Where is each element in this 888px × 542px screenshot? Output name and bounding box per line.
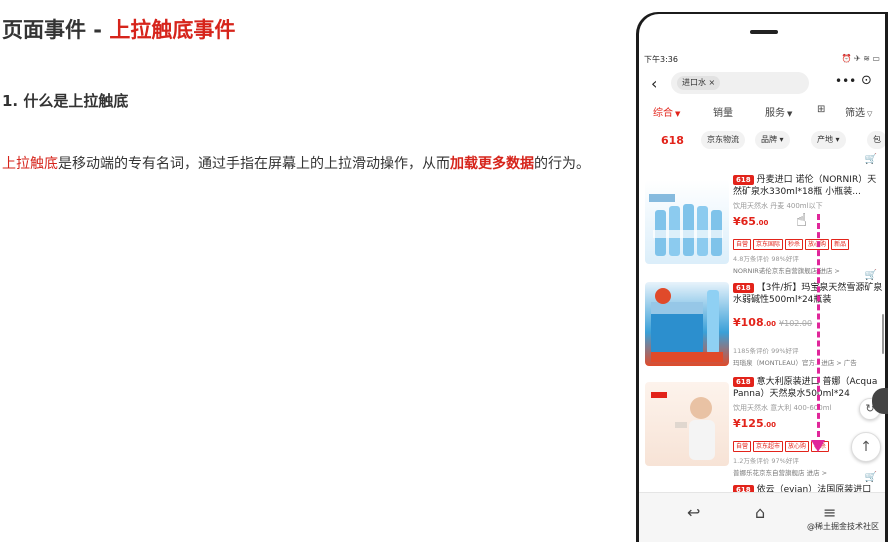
status-time: 下午3:36 bbox=[644, 55, 678, 64]
filter-origin[interactable]: 产地 ▾ bbox=[811, 131, 846, 149]
water-bottles-image bbox=[649, 194, 723, 256]
search-input[interactable]: 进口水 × bbox=[671, 72, 809, 94]
tag: 新品 bbox=[831, 239, 850, 250]
tab-label: 筛选 bbox=[845, 108, 865, 119]
nav-menu-icon[interactable]: ≡ bbox=[823, 503, 836, 522]
price-value: ¥108 bbox=[733, 316, 764, 329]
tag-618: 618 bbox=[733, 175, 754, 185]
person-with-water-image bbox=[651, 392, 715, 460]
search-row: ‹ 进口水 × ••• ⊙ bbox=[639, 72, 885, 96]
product-price: ¥108.00 ¥102.00 bbox=[733, 316, 883, 329]
product-title[interactable]: 618 丹麦进口 诺伦（NORNIR）天然矿泉水330ml*18瓶 小瓶装... bbox=[733, 174, 883, 198]
paragraph: 上拉触底是移动端的专有名词，通过手指在屏幕上的上拉滑动操作，从而加载更多数据的行… bbox=[2, 153, 634, 173]
product-title-text: 【3件/折】玛宝泉天然雪源矿泉水弱碱性500ml*24瓶装 bbox=[733, 283, 883, 305]
product-attributes: 饮用天然水 丹麦 400ml以下 bbox=[733, 202, 823, 210]
product-info: 618 意大利原装进口 普娜（Acqua Panna）天然泉水500ml*24 饮… bbox=[733, 376, 883, 477]
product-info: 618 丹麦进口 诺伦（NORNIR）天然矿泉水330ml*18瓶 小瓶装... … bbox=[733, 174, 883, 275]
nav-back-icon[interactable]: ↩ bbox=[687, 503, 700, 522]
tag: 秒杀 bbox=[785, 239, 804, 250]
paragraph-text: 是移动端的专有名词，通过手指在屏幕上的上拉滑动操作，从而 bbox=[58, 156, 450, 172]
tag: 京东超市 bbox=[753, 441, 784, 452]
product-title[interactable]: 618 意大利原装进口 普娜（Acqua Panna）天然泉水500ml*24 bbox=[733, 376, 883, 400]
tag: 放心购 bbox=[785, 441, 810, 452]
search-chip[interactable]: 进口水 × bbox=[677, 76, 721, 90]
filter-more[interactable]: 包 bbox=[867, 131, 885, 149]
caret-icon: ▼ bbox=[787, 110, 793, 118]
nav-home-icon[interactable]: ⌂ bbox=[755, 503, 765, 522]
drag-arrow-icon bbox=[811, 440, 825, 452]
filter-jd-logistics[interactable]: 京东物流 bbox=[701, 131, 745, 149]
status-bar: 下午3:36 ⏰ ✈ ≋ ▭ bbox=[644, 54, 882, 66]
term-highlight: 上拉触底 bbox=[2, 156, 58, 172]
store-link[interactable]: 普娜乐花京东自营旗舰店 进店 > bbox=[733, 467, 883, 477]
phone-screen: 下午3:36 ⏰ ✈ ≋ ▭ ‹ 进口水 × ••• ⊙ 综合 ▼ 销量 服务 ▼ … bbox=[639, 14, 885, 542]
watermark: @稀土掘金技术社区 bbox=[807, 522, 879, 531]
product-info: 618 【3件/折】玛宝泉天然雪源矿泉水弱碱性500ml*24瓶装 ¥108.00… bbox=[733, 282, 883, 367]
filter-row: 618 京东物流 品牌 ▾ 产地 ▾ 包 bbox=[639, 130, 885, 152]
product-image bbox=[645, 382, 729, 466]
product-image bbox=[645, 282, 729, 366]
drag-gesture-line bbox=[817, 214, 820, 446]
tag: 自营 bbox=[733, 239, 752, 250]
section-heading: 1. 什么是上拉触底 bbox=[2, 92, 129, 110]
filter-icon: ▽ bbox=[867, 110, 873, 118]
tag-618: 618 bbox=[733, 283, 754, 293]
android-nav-bar: ↩ ⌂ ≡ @稀土掘金技术社区 bbox=[639, 492, 885, 542]
more-icon[interactable]: ••• bbox=[835, 74, 856, 88]
product-price: ¥125.00 bbox=[733, 417, 883, 430]
tab-comprehensive[interactable]: 综合 ▼ bbox=[653, 104, 680, 119]
store-link[interactable]: 玛瑙泉（MONTLEAU）官方.. 进店 > 广告 bbox=[733, 357, 883, 367]
product-title[interactable]: 618 【3件/折】玛宝泉天然雪源矿泉水弱碱性500ml*24瓶装 bbox=[733, 282, 883, 306]
scrollbar[interactable] bbox=[882, 314, 884, 354]
store-link[interactable]: NORNIR诺伦京东自营旗舰店 进店 > bbox=[733, 265, 883, 275]
product-title-text: 丹麦进口 诺伦（NORNIR）天然矿泉水330ml*18瓶 小瓶装... bbox=[733, 175, 877, 197]
status-icons: ⏰ ✈ ≋ ▭ bbox=[841, 54, 880, 63]
tab-filter[interactable]: 筛选 ▽ bbox=[845, 104, 872, 119]
scroll-top-button[interactable]: ↑ bbox=[851, 432, 881, 462]
cart-icon[interactable]: 🛒 bbox=[865, 154, 877, 165]
price-cents: .00 bbox=[763, 320, 777, 328]
tag-618: 618 bbox=[733, 377, 754, 387]
price-value: ¥125 bbox=[733, 417, 764, 430]
heading-prefix: 页面事件 - bbox=[2, 18, 110, 42]
heading-accent: 上拉触底事件 bbox=[109, 18, 236, 42]
back-icon[interactable]: ‹ bbox=[651, 74, 657, 93]
tag: 自营 bbox=[733, 441, 752, 452]
caret-icon: ▼ bbox=[675, 110, 681, 118]
tab-sales[interactable]: 销量 bbox=[713, 104, 733, 119]
strong-highlight: 加载更多数据 bbox=[450, 156, 534, 172]
price-value: ¥65 bbox=[733, 215, 756, 228]
target-icon[interactable]: ⊙ bbox=[861, 73, 872, 88]
review-count: 4.8万条评价 98%好评 bbox=[733, 255, 799, 263]
paragraph-text-end: 的行为。 bbox=[534, 156, 590, 172]
phone-notch bbox=[750, 30, 778, 34]
side-panel-tab[interactable] bbox=[872, 388, 888, 414]
price-cents: .00 bbox=[755, 219, 769, 227]
sort-tabs: 综合 ▼ 销量 服务 ▼ ⊞ 筛选 ▽ bbox=[639, 104, 885, 124]
tab-service[interactable]: 服务 ▼ bbox=[765, 104, 792, 119]
price-cents: .00 bbox=[763, 421, 777, 429]
product-title-text: 意大利原装进口 普娜（Acqua Panna）天然泉水500ml*24 bbox=[733, 377, 878, 399]
grid-view-icon[interactable]: ⊞ bbox=[817, 104, 825, 115]
cart-icon[interactable]: 🛒 bbox=[865, 270, 877, 281]
tab-label: 服务 bbox=[765, 108, 785, 119]
cart-icon[interactable]: 🛒 bbox=[865, 472, 877, 483]
product-price: ¥65.00 bbox=[733, 215, 883, 228]
tag: 京东国际 bbox=[753, 239, 784, 250]
badge-618[interactable]: 618 bbox=[661, 134, 684, 147]
review-count: 1185条评价 99%好评 bbox=[733, 347, 799, 355]
tab-label: 销量 bbox=[713, 108, 733, 119]
phone-frame: 下午3:36 ⏰ ✈ ≋ ▭ ‹ 进口水 × ••• ⊙ 综合 ▼ 销量 服务 ▼ … bbox=[636, 12, 888, 542]
product-image bbox=[645, 180, 729, 264]
old-price: ¥102.00 bbox=[779, 319, 813, 328]
product-tags: 自营 京东国际 秒杀 放心购 新品 bbox=[733, 231, 883, 250]
hand-pointer-icon: ☝ bbox=[796, 210, 807, 231]
filter-brand[interactable]: 品牌 ▾ bbox=[755, 131, 790, 149]
tab-label: 综合 bbox=[653, 108, 673, 119]
water-box-image bbox=[651, 288, 723, 362]
page-heading: 页面事件 - 上拉触底事件 bbox=[2, 14, 235, 44]
